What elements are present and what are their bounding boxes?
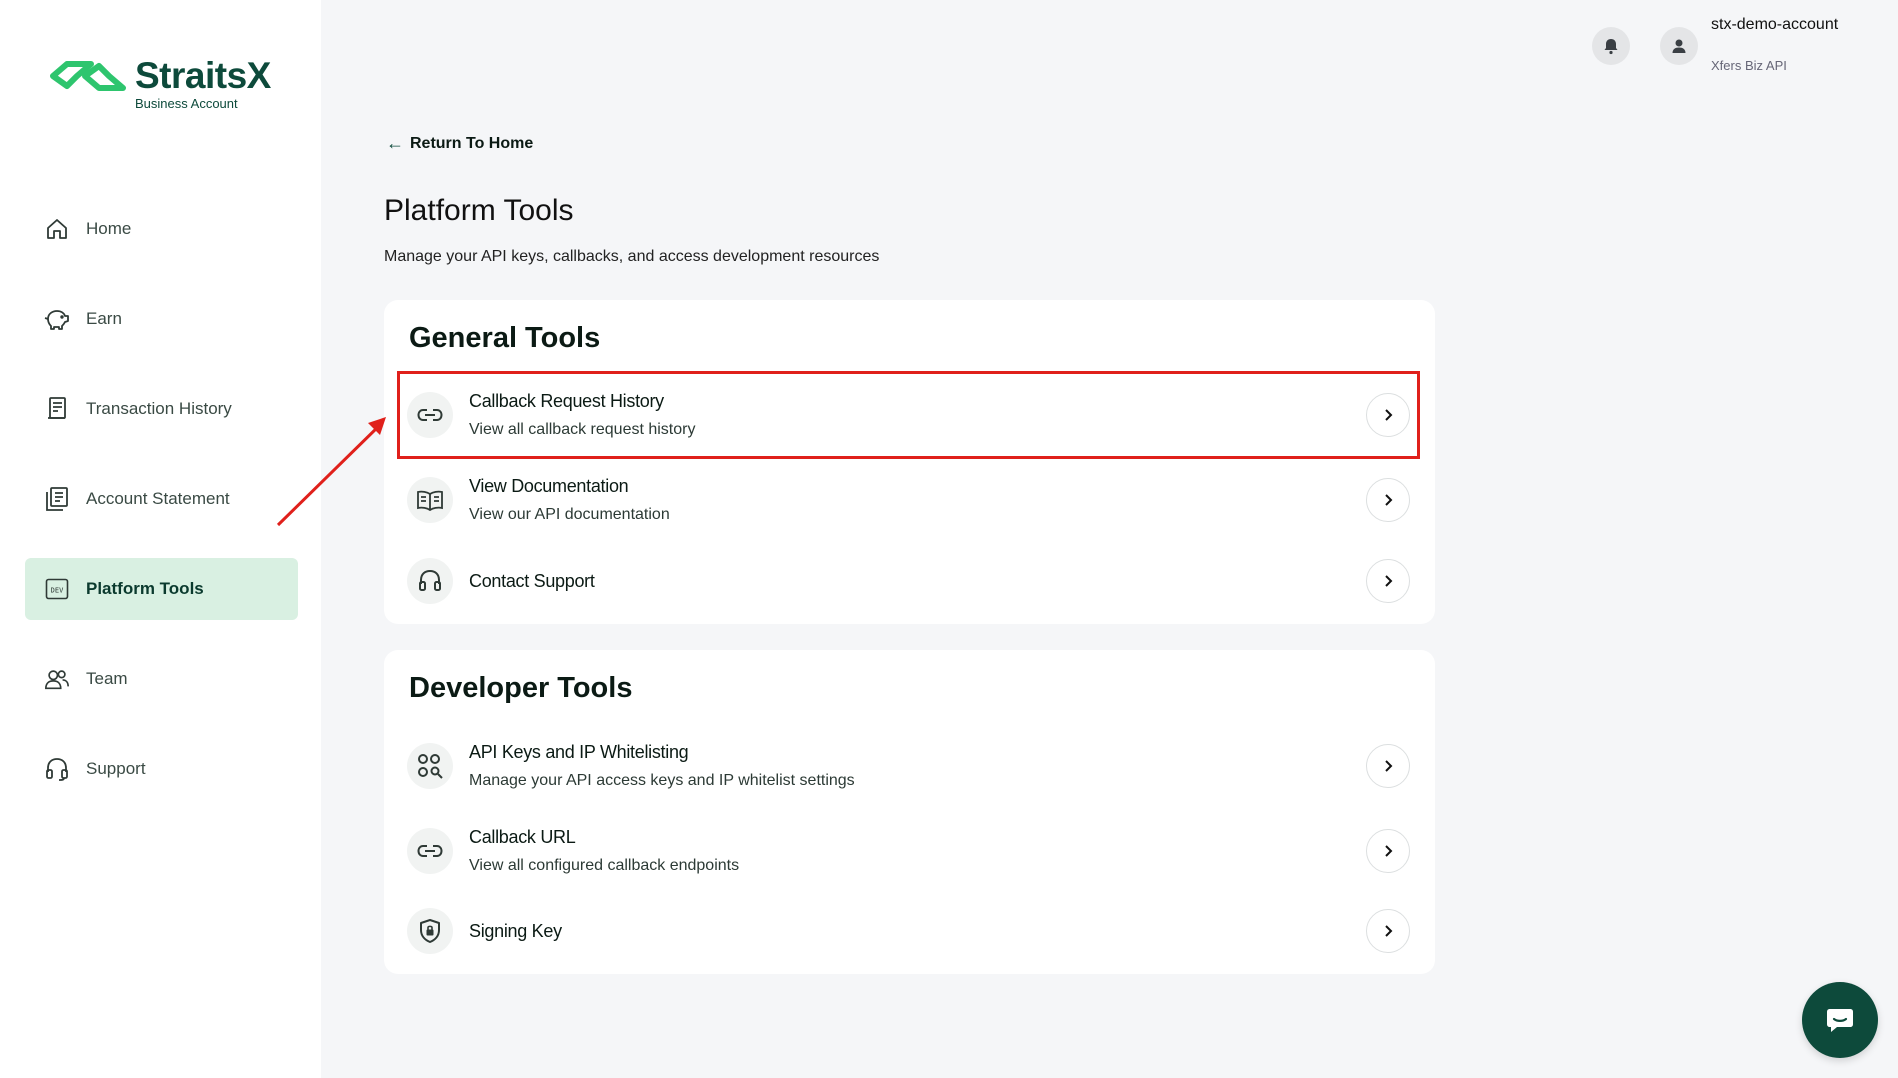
- svg-text:DEV: DEV: [51, 587, 64, 595]
- contact-support-row[interactable]: Contact Support: [397, 537, 1420, 625]
- row-title: View Documentation: [469, 476, 629, 496]
- sidebar-item-label: Transaction History: [86, 399, 232, 418]
- return-home-label: Return To Home: [410, 134, 534, 152]
- document-list-icon: [44, 486, 70, 512]
- row-title: Contact Support: [469, 570, 595, 591]
- developer-tools-card: Developer Tools API Keys and IP Whitelis…: [384, 650, 1435, 974]
- chat-widget-button[interactable]: [1802, 982, 1878, 1058]
- return-home-link[interactable]: ← Return To Home: [386, 133, 533, 154]
- chevron-right-icon[interactable]: [1366, 744, 1410, 788]
- brand-name: StraitsX: [135, 55, 271, 96]
- piggy-bank-icon: [44, 306, 70, 332]
- sidebar-item-support[interactable]: Support: [25, 738, 298, 800]
- brand-subtitle: Business Account: [135, 96, 238, 111]
- sidebar-item-label: Support: [86, 759, 146, 778]
- sidebar-item-account-statement[interactable]: Account Statement: [25, 468, 298, 530]
- page-title: Platform Tools: [384, 194, 574, 227]
- chevron-right-icon[interactable]: [1366, 393, 1410, 437]
- chevron-right-icon[interactable]: [1366, 829, 1410, 873]
- key-search-icon: [407, 743, 453, 789]
- chevron-right-icon[interactable]: [1366, 559, 1410, 603]
- link-icon: [407, 392, 453, 438]
- page-subtitle: Manage your API keys, callbacks, and acc…: [384, 248, 880, 265]
- arrow-left-icon: ←: [386, 133, 404, 153]
- sidebar-item-label: Platform Tools: [86, 579, 204, 598]
- account-type: Xfers Biz API: [1711, 58, 1787, 73]
- chat-icon: [1827, 1009, 1853, 1032]
- sidebar-item-label: Home: [86, 219, 132, 238]
- notifications-button[interactable]: [1592, 27, 1630, 65]
- signing-key-row[interactable]: Signing Key: [397, 887, 1420, 975]
- home-icon: [44, 216, 70, 242]
- row-description: View our API documentation: [469, 506, 670, 523]
- row-title: Callback Request History: [469, 391, 664, 411]
- row-title: API Keys and IP Whitelisting: [469, 742, 689, 762]
- dev-icon: DEV: [44, 576, 70, 602]
- sidebar-item-transaction-history[interactable]: Transaction History: [25, 378, 298, 440]
- api-keys-row[interactable]: API Keys and IP Whitelisting Manage your…: [397, 722, 1420, 810]
- headset-icon: [407, 558, 453, 604]
- row-description: View all callback request history: [469, 421, 696, 438]
- row-title: Signing Key: [469, 920, 562, 941]
- team-icon: [44, 666, 70, 692]
- straitsx-logo[interactable]: StraitsX Business Account: [47, 56, 271, 111]
- sidebar-item-platform-tools[interactable]: DEV Platform Tools: [25, 558, 298, 620]
- row-description: Manage your API access keys and IP white…: [469, 772, 855, 789]
- row-title: Callback URL: [469, 827, 576, 847]
- sidebar-item-label: Account Statement: [86, 489, 230, 508]
- sidebar-item-home[interactable]: Home: [25, 198, 298, 260]
- bell-icon: [1604, 39, 1618, 55]
- sidebar-item-label: Team: [86, 669, 128, 688]
- chevron-right-icon[interactable]: [1366, 478, 1410, 522]
- sidebar: StraitsX Business Account Home Earn Tran…: [0, 0, 321, 1078]
- avatar[interactable]: [1660, 27, 1698, 65]
- sidebar-item-earn[interactable]: Earn: [25, 288, 298, 350]
- sidebar-nav: Home Earn Transaction History Account St…: [25, 198, 298, 828]
- account-name[interactable]: stx-demo-account: [1711, 16, 1838, 34]
- general-tools-card: General Tools Callback Request History V…: [384, 300, 1435, 624]
- chevron-right-icon[interactable]: [1366, 909, 1410, 953]
- logo-mark-icon: [50, 61, 126, 91]
- sidebar-item-label: Earn: [86, 309, 122, 328]
- view-documentation-row[interactable]: View Documentation View our API document…: [397, 456, 1420, 544]
- shield-lock-icon: [407, 908, 453, 954]
- section-title: Developer Tools: [409, 672, 633, 704]
- link-icon: [407, 828, 453, 874]
- row-description: View all configured callback endpoints: [469, 857, 740, 874]
- section-title: General Tools: [409, 322, 601, 354]
- receipt-icon: [44, 396, 70, 422]
- callback-url-row[interactable]: Callback URL View all configured callbac…: [397, 807, 1420, 895]
- user-icon: [1672, 39, 1686, 53]
- sidebar-item-team[interactable]: Team: [25, 648, 298, 710]
- callback-request-history-row[interactable]: Callback Request History View all callba…: [397, 371, 1420, 459]
- book-icon: [407, 477, 453, 523]
- headset-icon: [44, 756, 70, 782]
